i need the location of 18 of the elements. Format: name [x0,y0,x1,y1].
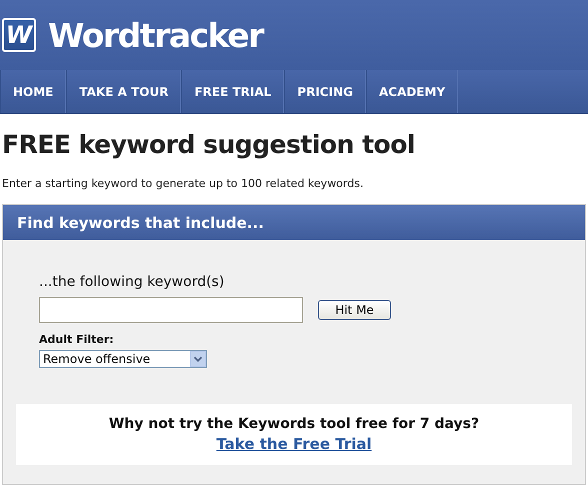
logo-mark: W [2,18,36,52]
logo-text: Wordtracker [48,16,263,54]
free-trial-link[interactable]: Take the Free Trial [216,435,372,453]
nav-link[interactable]: PRICING [284,70,366,113]
nav-link[interactable]: HOME [0,70,66,113]
chevron-icon [190,351,206,367]
promo-question: Why not try the Keywords tool free for 7 days? [108,416,480,432]
keyword-field[interactable] [39,297,303,323]
nav-link[interactable]: TAKE A TOUR [66,70,182,113]
hit-me-button[interactable]: Hit Me [318,300,391,320]
keyword-label: ...the following keyword(s) [39,274,226,290]
panel-heading: Find keywords that include... [3,205,585,240]
filter-dropdown[interactable]: Remove offensive [39,350,207,368]
nav-link[interactable]: ACADEMY [366,70,458,113]
page-title: FREE keyword suggestion tool [2,130,416,159]
nav-link[interactable]: FREE TRIAL [181,70,284,113]
intro-text: Enter a starting keyword to generate up to 100 related keywords. [2,177,364,190]
filter-label: Adult Filter: [39,333,115,346]
